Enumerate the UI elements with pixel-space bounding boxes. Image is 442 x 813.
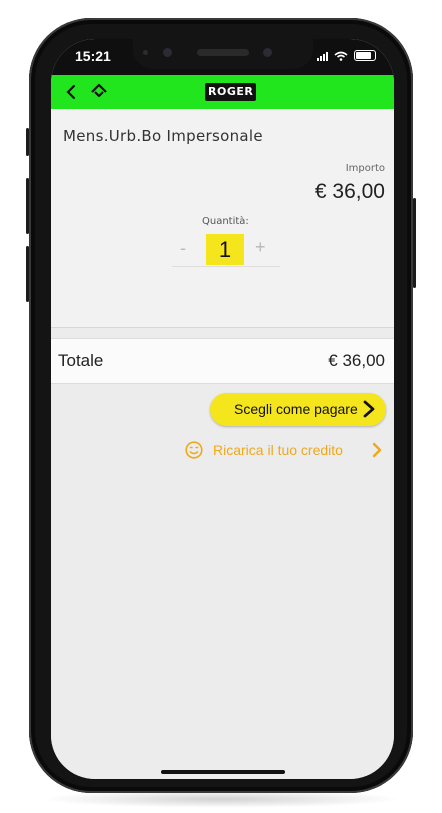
- signal-icon: [317, 51, 328, 61]
- front-camera-icon: [263, 48, 272, 57]
- sensor-icon: [163, 48, 172, 57]
- quantity-label: Quantità:: [202, 216, 249, 227]
- chevron-left-icon[interactable]: [61, 81, 83, 103]
- home-indicator[interactable]: [161, 770, 285, 774]
- roger-logo: ROGER: [205, 83, 257, 101]
- speaker-grille: [197, 49, 249, 56]
- volume-up-button: [26, 178, 29, 234]
- main-content: Mens.Urb.Bo Impersonale Importo € 36,00 …: [51, 109, 394, 779]
- choose-payment-button[interactable]: Scegli come pagare: [210, 393, 386, 426]
- total-row: Totale € 36,00: [51, 338, 394, 384]
- total-value: € 36,00: [328, 351, 385, 370]
- recharge-credit-link[interactable]: Ricarica il tuo credito: [185, 439, 385, 463]
- phone-screen: 15:21 ROGER Mens.Urb.Bo Impersonale Impo…: [51, 39, 394, 779]
- total-label: Totale: [58, 351, 104, 370]
- amount-value: € 36,00: [314, 180, 385, 203]
- app-header: ROGER: [51, 75, 394, 109]
- battery-icon: [354, 50, 376, 61]
- product-name: Mens.Urb.Bo Impersonale: [63, 127, 263, 145]
- quantity-value[interactable]: 1: [206, 234, 244, 265]
- volume-down-button: [26, 246, 29, 302]
- decrement-button[interactable]: -: [180, 238, 186, 259]
- status-time: 15:21: [75, 48, 111, 64]
- chevron-right-icon: [372, 442, 382, 458]
- smile-icon: [185, 441, 203, 459]
- power-button: [413, 198, 416, 288]
- choose-payment-label: Scegli come pagare: [234, 401, 358, 417]
- amount-label: Importo: [345, 163, 385, 174]
- product-card: Mens.Urb.Bo Impersonale Importo € 36,00 …: [51, 109, 394, 328]
- wifi-icon: [334, 51, 348, 61]
- increment-button[interactable]: +: [255, 237, 266, 258]
- notch: [133, 39, 313, 69]
- home-icon[interactable]: [89, 82, 109, 102]
- sensor-icon: [143, 50, 148, 55]
- chevron-right-icon: [363, 400, 375, 418]
- mute-switch: [26, 128, 29, 156]
- quantity-stepper: - 1 +: [172, 234, 280, 267]
- recharge-credit-label: Ricarica il tuo credito: [213, 442, 343, 458]
- status-icons: [317, 50, 376, 61]
